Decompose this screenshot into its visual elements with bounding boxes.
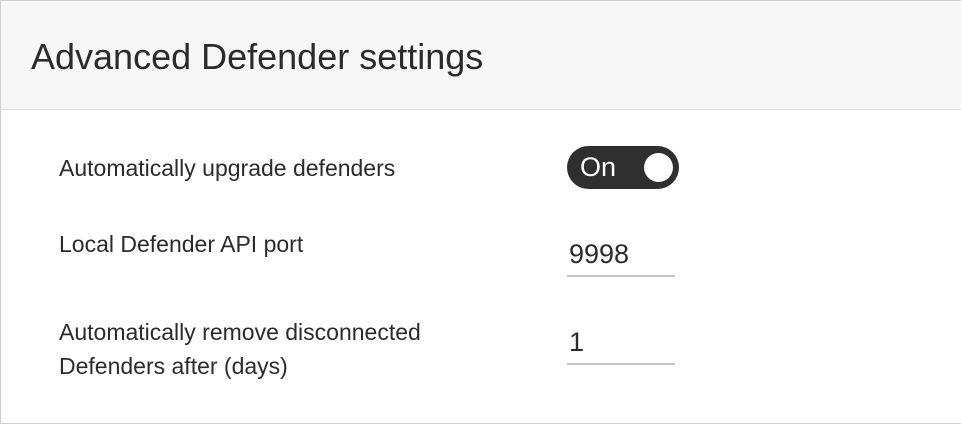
- api-port-input[interactable]: [567, 233, 675, 277]
- advanced-defender-settings-panel: Advanced Defender settings Automatically…: [0, 0, 961, 424]
- auto-upgrade-label: Automatically upgrade defenders: [59, 155, 396, 181]
- panel-header: Advanced Defender settings: [1, 1, 961, 110]
- toggle-knob: [644, 153, 673, 182]
- toggle-state-text: On: [580, 152, 617, 182]
- remove-disconnected-label-line1: Automatically remove disconnected: [59, 319, 421, 345]
- panel-title: Advanced Defender settings: [31, 36, 484, 77]
- remove-disconnected-label-line2: Defenders after (days): [59, 353, 288, 379]
- api-port-label: Local Defender API port: [59, 231, 304, 257]
- auto-upgrade-toggle[interactable]: On: [567, 146, 679, 189]
- remove-disconnected-days-input[interactable]: [567, 321, 675, 365]
